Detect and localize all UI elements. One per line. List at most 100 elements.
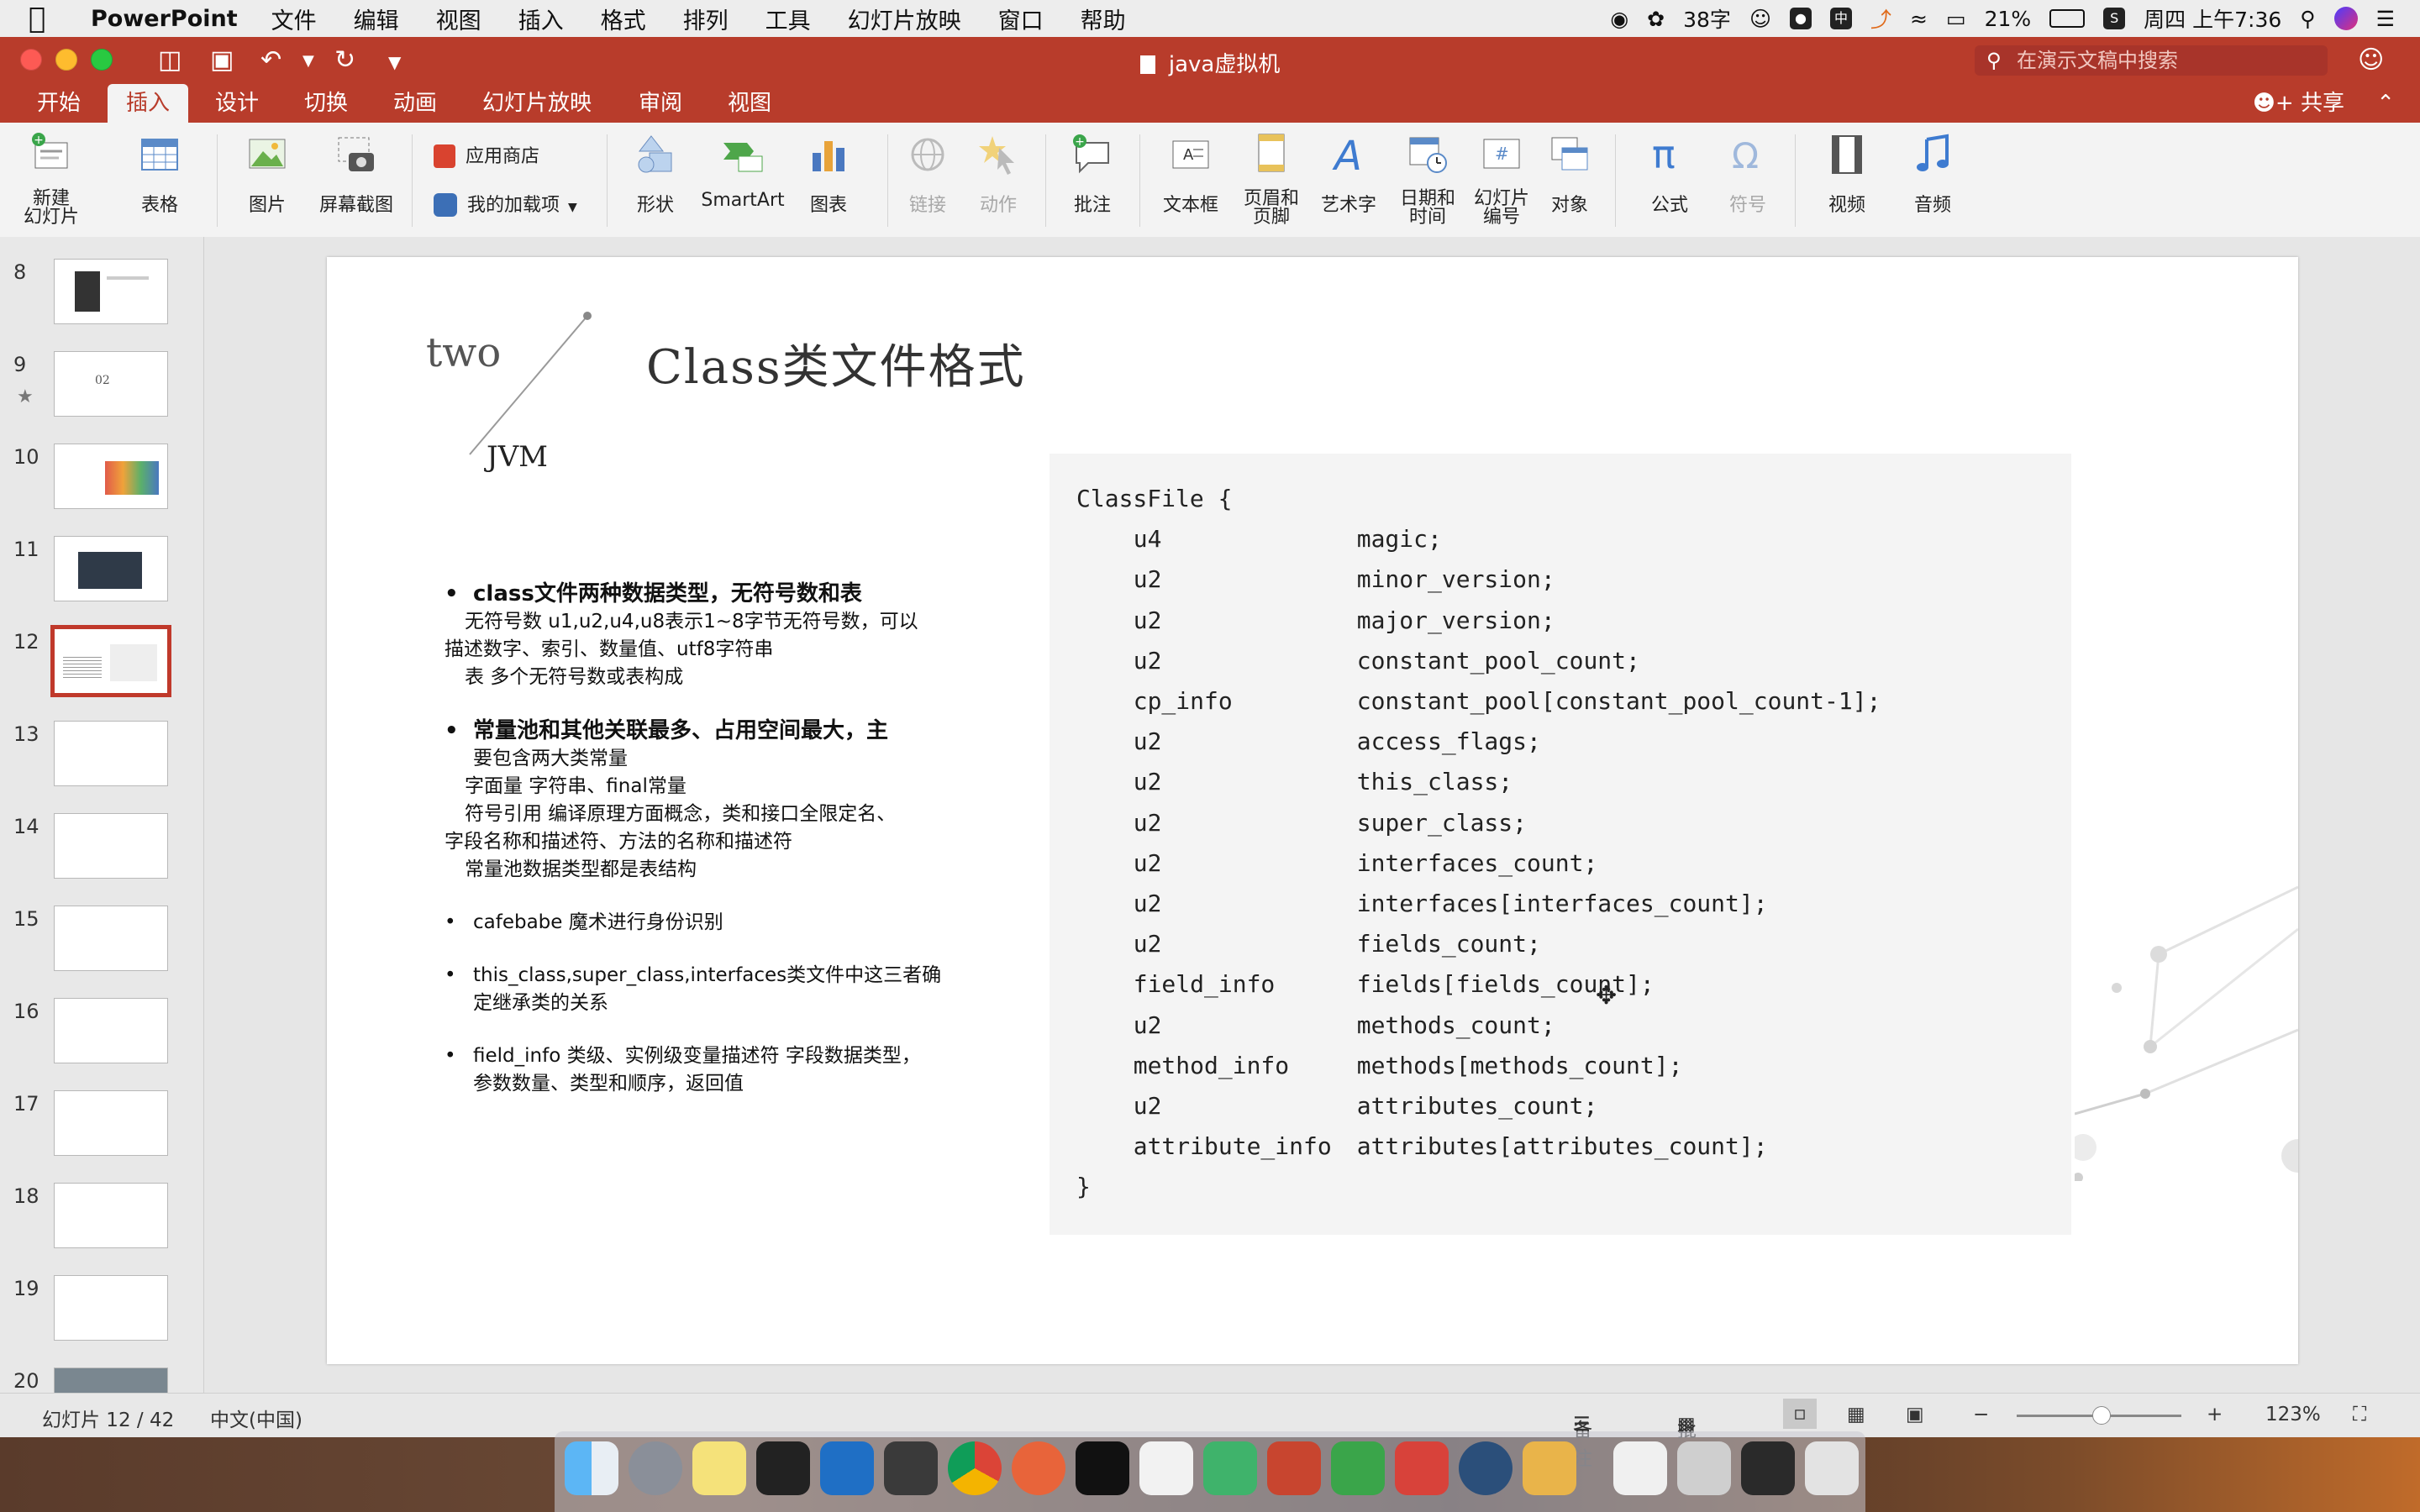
slide-label-jvm[interactable]: JVM [487, 440, 548, 474]
outlook-icon[interactable] [820, 1441, 874, 1495]
downloads-stack-icon[interactable] [1677, 1441, 1731, 1495]
shapes-button[interactable]: 形状 [622, 131, 689, 217]
chrome-icon[interactable] [948, 1441, 1002, 1495]
slide-thumbnail-panel[interactable]: 8 9 ★ 02 10 11 12 13 14 15 16 17 18 19 2… [0, 237, 204, 1393]
launchpad-icon[interactable] [629, 1441, 682, 1495]
wifi-icon[interactable]: ≈ [1910, 7, 1928, 31]
code-block[interactable]: ClassFile { u4 magic; u2 minor_version; u2… [1050, 454, 2071, 1235]
thumbnail-slide-20[interactable]: 20 [0, 1359, 203, 1393]
slideshow-view-icon[interactable]: ▣ [1906, 1404, 1924, 1425]
thumbnail-image[interactable] [54, 998, 168, 1063]
powerpoint-icon[interactable] [1267, 1441, 1321, 1495]
wordart-button[interactable]: A 艺术字 [1313, 131, 1385, 217]
datetime-button[interactable]: 日期和 时间 [1392, 131, 1464, 227]
thumbnail-slide-16[interactable]: 16 [0, 990, 203, 1082]
battery-icon[interactable] [2049, 9, 2086, 28]
maximize-button[interactable] [91, 49, 113, 71]
thumbnail-image[interactable] [54, 1090, 168, 1156]
language[interactable]: 中文(中国) [210, 1404, 302, 1432]
thumbnail-slide-14[interactable]: 14 [0, 805, 203, 897]
store-button[interactable]: 应用商店 [434, 141, 539, 168]
comment-button[interactable]: + 批注 [1060, 131, 1124, 217]
save-icon[interactable]: ▣ [210, 45, 234, 75]
thumbnail-image[interactable] [54, 1368, 168, 1393]
tab-animations[interactable]: 动画 [375, 84, 455, 123]
record-icon[interactable]: ◉ [1610, 7, 1628, 31]
target-app-icon[interactable] [1012, 1441, 1065, 1495]
menu-file[interactable]: 文件 [271, 3, 317, 35]
feedback-smiley-icon[interactable]: ☺ [2358, 45, 2384, 75]
thumbnail-image[interactable] [50, 625, 171, 697]
screenshot-button[interactable]: 屏幕截图 [316, 131, 397, 217]
slide-title[interactable]: Class类文件格式 [646, 329, 1026, 397]
thumbnail-slide-17[interactable]: 17 [0, 1082, 203, 1174]
thumbnail-slide-12[interactable]: 12 [0, 620, 203, 712]
thumbnail-slide-13[interactable]: 13 [0, 712, 203, 805]
thumbnail-image[interactable] [54, 906, 168, 971]
thumbnail-slide-11[interactable]: 11 [0, 528, 203, 620]
thumbnail-slide-9[interactable]: 9 ★ 02 [0, 343, 203, 435]
share-button[interactable]: ☻+ 共享 [2253, 84, 2344, 123]
tab-view[interactable]: 视图 [709, 84, 790, 123]
battery-percent[interactable]: 21% [1985, 7, 2032, 31]
tab-home[interactable]: 开始 [18, 84, 99, 123]
fit-to-window-icon[interactable]: ⛶ [2353, 1404, 2366, 1425]
evernote-icon[interactable] [1331, 1441, 1385, 1495]
slide-number-button[interactable]: # 幻灯片 编号 [1465, 131, 1538, 227]
thumbnail-slide-10[interactable]: 10 [0, 435, 203, 528]
bullet-text-box[interactable]: class文件两种数据类型，无符号数和表 无符号数 u1,u2,u4,u8表示1… [445, 580, 982, 1098]
slide[interactable]: two JVM Class类文件格式 class文件两种数据类型，无符号数和表 … [327, 257, 2298, 1364]
customize-toolbar-icon[interactable]: ▼ [388, 52, 401, 72]
thumbnail-slide-8[interactable]: 8 [0, 250, 203, 343]
audio-button[interactable]: 音频 [1899, 131, 1966, 217]
word-count[interactable]: 38字 [1683, 3, 1731, 34]
minimize-button[interactable] [55, 49, 77, 71]
thumbnail-image[interactable] [54, 1183, 168, 1248]
close-button[interactable] [20, 49, 42, 71]
finder-icon[interactable] [565, 1441, 618, 1495]
undo-dropdown-icon[interactable]: ▼ [302, 52, 314, 70]
input-method-icon[interactable]: 中 [1830, 8, 1852, 29]
menu-view[interactable]: 视图 [436, 3, 481, 35]
sublime-icon[interactable] [884, 1441, 938, 1495]
terminal-icon[interactable] [756, 1441, 810, 1495]
smartart-button[interactable]: SmartArt [699, 131, 786, 211]
tab-design[interactable]: 设计 [197, 84, 277, 123]
video-button[interactable]: 视频 [1813, 131, 1881, 217]
menu-format[interactable]: 格式 [601, 3, 646, 35]
siri-icon[interactable] [2333, 7, 2358, 30]
menu-tools[interactable]: 工具 [765, 3, 811, 35]
network-app-icon[interactable] [1395, 1441, 1449, 1495]
menu-insert[interactable]: 插入 [518, 3, 564, 35]
menu-window[interactable]: 窗口 [998, 3, 1044, 35]
new-slide-button[interactable]: + 新建 幻灯片 [13, 131, 89, 227]
screen-stack-icon[interactable] [1741, 1441, 1795, 1495]
zip-file-icon[interactable] [1613, 1441, 1667, 1495]
zoom-slider-handle[interactable] [2092, 1406, 2111, 1425]
sidebar-toggle-icon[interactable]: ◫ [158, 45, 182, 75]
textbox-button[interactable]: A 文本框 [1155, 131, 1227, 217]
thumbnail-image[interactable] [54, 536, 168, 601]
menu-help[interactable]: 帮助 [1081, 3, 1126, 35]
redo-icon[interactable]: ↻ [334, 45, 355, 75]
tab-insert[interactable]: 插入 [108, 84, 189, 123]
apple-icon[interactable]:  [29, 2, 62, 35]
my-addins-button[interactable]: 我的加载项 ▼ [434, 190, 577, 217]
clock[interactable]: 周四 上午7:36 [2144, 3, 2281, 34]
app-name[interactable]: PowerPoint [91, 6, 238, 32]
spotlight-icon[interactable]: ⚲ [2300, 7, 2315, 31]
thumbnail-image[interactable]: 02 [54, 351, 168, 417]
chart-button[interactable]: 图表 [795, 131, 862, 217]
menu-slideshow[interactable]: 幻灯片放映 [848, 3, 961, 35]
evernote-icon[interactable]: ✿ [1647, 7, 1665, 31]
bird-icon[interactable]: ⤴ [1870, 3, 1891, 34]
table-button[interactable]: 表格 [126, 131, 193, 217]
header-footer-button[interactable]: 页眉和 页脚 [1235, 131, 1307, 227]
pencil-app-icon[interactable] [1523, 1441, 1576, 1495]
thumbnail-slide-19[interactable]: 19 [0, 1267, 203, 1359]
tab-transitions[interactable]: 切换 [286, 84, 366, 123]
notes-app-icon[interactable] [692, 1441, 746, 1495]
thumbnail-image[interactable] [54, 813, 168, 879]
link-button[interactable]: 链接 [896, 131, 960, 217]
search-input[interactable]: ⚲ 在演示文稿中搜索 [1975, 45, 2328, 76]
